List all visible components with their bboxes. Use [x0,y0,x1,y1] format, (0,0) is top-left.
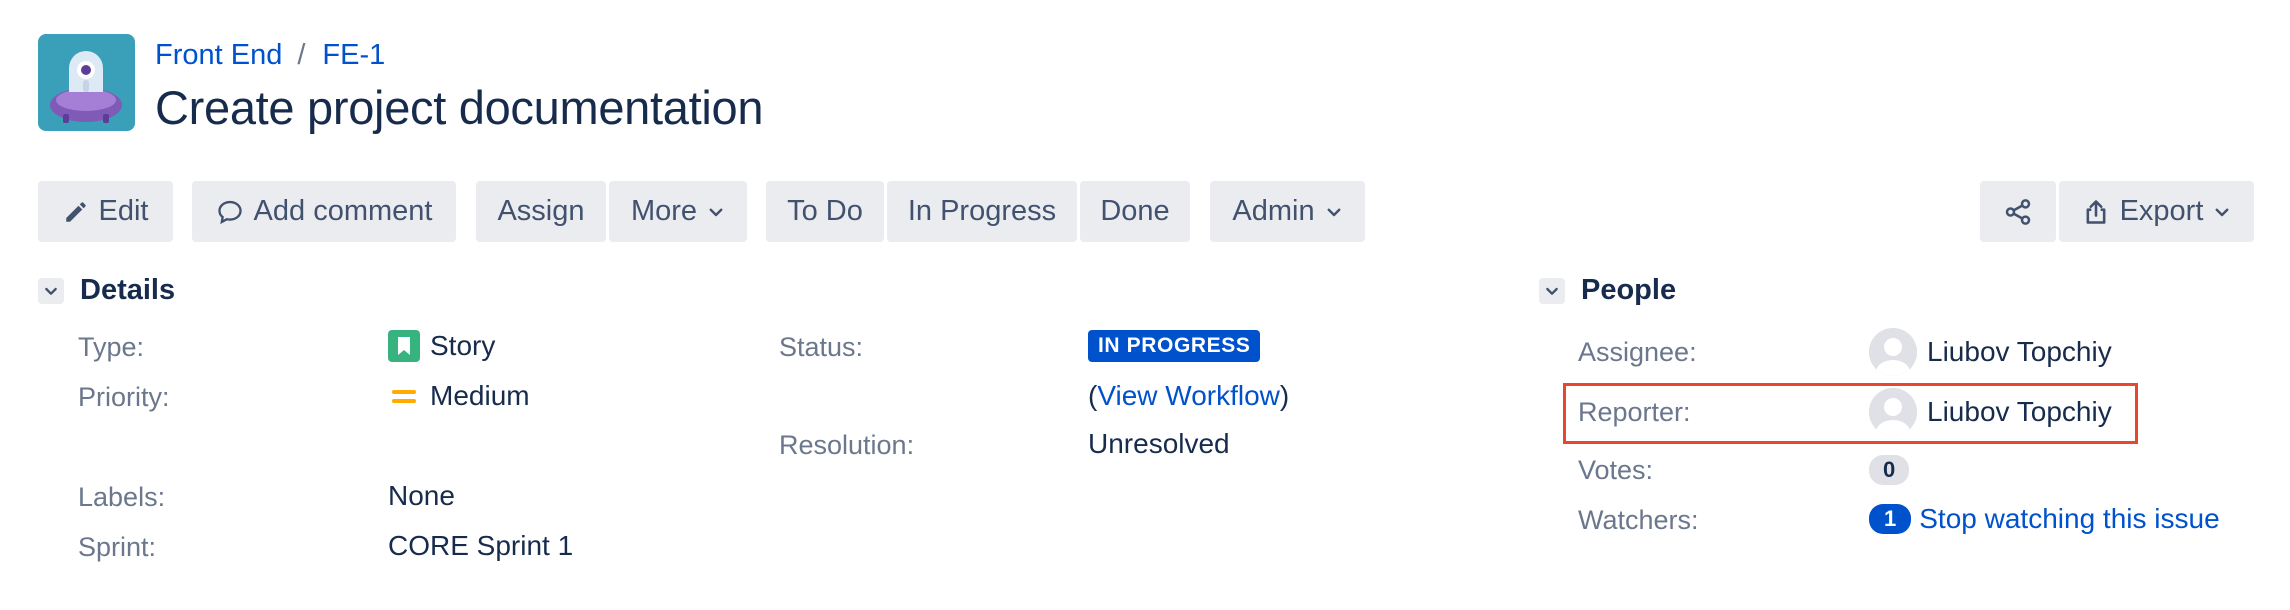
assign-button-label: Assign [497,195,585,227]
admin-button-label: Admin [1232,195,1315,227]
people-toggle[interactable] [1539,277,1565,304]
watchers-label: Watchers: [1578,505,1699,535]
breadcrumb-project-link[interactable]: Front End [155,39,282,72]
view-workflow-row: (View Workflow) [1088,380,1289,412]
export-icon [2086,199,2106,224]
status-value: IN PROGRESS [1088,330,1261,362]
type-label: Type: [78,332,145,362]
transition-in-progress-button[interactable]: In Progress [887,181,1077,242]
more-button-label: More [630,195,698,227]
status-lozenge: IN PROGRESS [1088,330,1261,362]
edit-button-label: Edit [98,195,149,227]
votes-label: Votes: [1578,455,1654,485]
stop-watching-link[interactable]: Stop watching this issue [1919,503,2219,535]
resolution-value: Unresolved [1088,428,1230,459]
user-avatar-icon [1869,388,1917,436]
admin-dropdown-button[interactable]: Admin [1210,181,1365,242]
issue-toolbar: Edit Add comment Assign More To Do In Pr… [0,181,2290,242]
chevron-down-icon [1327,208,1341,216]
details-toggle[interactable] [38,277,64,304]
share-icon [2005,198,2031,225]
sprint-value[interactable]: CORE Sprint 1 [388,530,573,562]
project-avatar[interactable] [38,34,135,131]
export-dropdown-button[interactable]: Export [2059,181,2254,242]
assignee-value[interactable]: Liubov Topchiy [1869,328,2112,376]
votes-value[interactable]: 0 [1869,455,1910,485]
priority-medium-icon [392,390,416,403]
reporter-name: Liubov Topchiy [1927,396,2112,427]
edit-button[interactable]: Edit [38,181,173,242]
transition-done-button[interactable]: Done [1080,181,1190,242]
export-button-label: Export [2119,195,2204,227]
view-workflow-link[interactable]: View Workflow [1097,380,1280,412]
labels-value: None [388,480,455,511]
details-section-header[interactable]: Details [38,274,175,307]
type-value: Story [388,330,495,362]
pencil-icon [65,201,86,222]
assignee-name: Liubov Topchiy [1927,336,2112,367]
priority-value: Medium [388,380,530,412]
done-button-label: Done [1100,195,1170,227]
priority-label: Priority: [78,382,170,412]
watchers-count-badge[interactable]: 1 [1869,504,1912,534]
comment-icon [217,200,242,224]
chevron-down-icon [1546,287,1558,295]
details-heading: Details [80,274,176,306]
to-do-button-label: To Do [787,195,863,227]
chevron-down-icon [45,287,57,295]
more-dropdown-button[interactable]: More [609,181,747,242]
status-label: Status: [779,332,864,362]
chevron-down-icon [709,208,723,216]
resolution-label: Resolution: [779,430,915,460]
breadcrumb: Front End / FE-1 [155,36,385,74]
watchers-value: 1 Stop watching this issue [1869,503,2220,535]
view-workflow-open-paren: ( [1088,380,1098,411]
people-section-header[interactable]: People [1539,274,1676,307]
breadcrumb-issue-key-link[interactable]: FE-1 [322,39,385,72]
view-workflow-close-paren: ) [1279,380,1290,411]
reporter-value[interactable]: Liubov Topchiy [1869,388,2112,436]
people-heading: People [1581,274,1677,306]
user-avatar-icon [1869,328,1917,376]
in-progress-button-label: In Progress [907,195,1057,227]
sprint-label: Sprint: [78,532,157,562]
story-icon [388,330,420,362]
add-comment-button-label: Add comment [253,195,433,227]
chevron-down-icon [2215,208,2229,216]
transition-to-do-button[interactable]: To Do [766,181,884,242]
breadcrumb-separator: / [297,38,306,71]
reporter-label: Reporter: [1578,397,1691,427]
priority-value-text: Medium [430,380,530,411]
issue-summary-title[interactable]: Create project documentation [155,80,763,135]
assignee-label: Assignee: [1578,337,1697,367]
assign-button[interactable]: Assign [476,181,606,242]
share-button[interactable] [1980,181,2056,242]
type-value-text: Story [430,330,496,361]
votes-count-badge: 0 [1869,455,1910,485]
labels-label: Labels: [78,482,166,512]
add-comment-button[interactable]: Add comment [192,181,456,242]
